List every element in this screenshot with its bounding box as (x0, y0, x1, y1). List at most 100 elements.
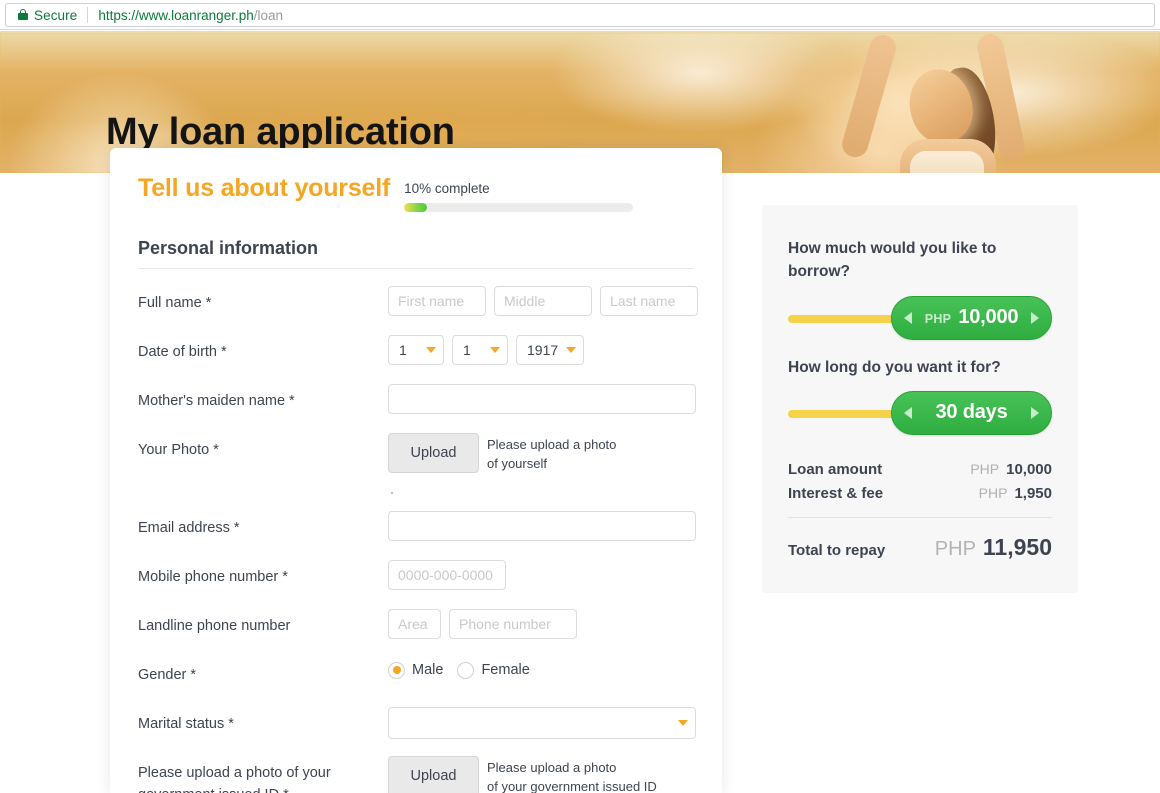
photo-preview-placeholder (138, 474, 694, 494)
your-photo-label: Your Photo * (138, 442, 219, 458)
loan-summary-panel: How much would you like to borrow? PHP 1… (762, 205, 1078, 593)
browser-chrome: Secure https://www.loanranger.ph/loan (0, 0, 1160, 30)
summary-row-total: Total to repay PHP 11,950 (788, 534, 1052, 561)
borrow-amount-currency: PHP (924, 312, 952, 326)
progress-label: 10% complete (404, 181, 490, 196)
email-input[interactable] (388, 510, 696, 541)
chevron-right-icon[interactable] (1031, 406, 1039, 419)
loan-term-slider-handle[interactable]: 30 days (891, 390, 1052, 435)
first-name-input[interactable] (388, 286, 486, 316)
field-row-mothers-maiden-name: Mother's maiden name * (138, 384, 696, 416)
mobile-phone-label: Mobile phone number * (138, 568, 288, 585)
loan-term-slider[interactable]: 30 days (788, 390, 1052, 437)
gender-radio-group: Male Female (388, 658, 530, 679)
government-id-label-line1: Please upload a photo of your (138, 764, 331, 781)
field-row-email: Email address * (138, 510, 696, 543)
mobile-phone-input[interactable] (388, 559, 506, 590)
gender-label: Gender * (138, 666, 197, 683)
landline-phone-label: Landline phone number (138, 617, 291, 634)
summary-divider (788, 516, 1052, 518)
gender-option-male[interactable]: Male (388, 661, 444, 679)
field-row-mobile-phone: Mobile phone number * (138, 559, 694, 592)
email-label: Email address * (138, 519, 240, 536)
url-origin: https://www.loanranger.ph (98, 7, 254, 23)
application-form-card: Tell us about yourself 10% complete Pers… (110, 148, 722, 793)
chevron-down-icon (566, 347, 576, 353)
birth-year-select[interactable]: 1917 (516, 335, 584, 365)
date-of-birth-label: Date of birth * (138, 344, 227, 360)
hero-person-illustration (740, 33, 1140, 173)
field-row-marital-status: Marital status * (138, 706, 696, 739)
marital-status-label: Marital status * (138, 715, 234, 732)
birth-month-value: 1 (463, 342, 471, 358)
birth-day-select[interactable]: 1 (388, 335, 444, 365)
marital-status-select[interactable] (388, 706, 696, 739)
chevron-down-icon (678, 719, 688, 726)
loan-amount-currency: PHP (970, 460, 1000, 477)
borrow-amount-question: How much would you like to borrow? (788, 240, 997, 281)
your-photo-hint-line1: Please upload a photo (487, 437, 617, 452)
mothers-maiden-name-input[interactable] (388, 384, 696, 414)
borrow-amount-slider[interactable]: PHP 10,000 (788, 295, 1052, 342)
gender-option-female[interactable]: Female (457, 661, 530, 679)
chevron-down-icon (426, 347, 436, 353)
birth-month-select[interactable]: 1 (452, 335, 508, 365)
form-header: Tell us about yourself 10% complete (138, 174, 694, 212)
radio-icon (457, 661, 475, 679)
your-photo-hint-line2: of yourself (487, 455, 547, 471)
gender-option-female-label: Female (481, 662, 530, 679)
borrow-amount-slider-handle[interactable]: PHP 10,000 (891, 295, 1052, 340)
middle-name-input[interactable] (494, 286, 592, 316)
form-section-title: Tell us about yourself (138, 174, 391, 202)
lock-icon (18, 9, 28, 21)
address-bar-divider (87, 7, 89, 23)
last-name-input[interactable] (600, 286, 698, 316)
total-to-repay-value: 11,950 (982, 533, 1052, 560)
government-id-hint: Please upload a photo of your government… (487, 756, 657, 793)
interest-fee-currency: PHP (978, 484, 1008, 501)
loan-term-question: How long do you want it for? (788, 358, 1001, 376)
address-bar-url[interactable]: https://www.loanranger.ph/loan (98, 8, 283, 23)
birth-year-value: 1917 (527, 342, 559, 358)
government-id-label-line2: government issued ID * (138, 784, 388, 793)
summary-row-interest-fee: Interest & fee PHP 1,950 (788, 485, 1052, 502)
chevron-left-icon[interactable] (904, 406, 912, 419)
government-id-hint-line2: of your government issued ID (487, 778, 657, 793)
progress-bar (404, 203, 634, 212)
interest-fee-value: 1,950 (1014, 484, 1052, 502)
progress-bar-fill (404, 203, 428, 212)
personal-information-heading: Personal information (138, 238, 319, 258)
security-status-label: Secure (34, 7, 78, 23)
chevron-down-icon (490, 347, 500, 353)
loan-amount-label: Loan amount (788, 460, 883, 478)
chevron-right-icon[interactable] (1031, 311, 1039, 324)
field-row-your-photo: Your Photo * Upload Please upload a phot… (138, 433, 694, 474)
loan-term-value: 30 days (935, 401, 1008, 424)
loan-amount-value: 10,000 (1006, 460, 1052, 478)
address-bar[interactable]: Secure https://www.loanranger.ph/loan (5, 3, 1155, 27)
field-row-date-of-birth: Date of birth * 1 1 1917 (138, 335, 694, 367)
upload-photo-button[interactable]: Upload (388, 433, 479, 473)
loan-summary-rows: Loan amount PHP 10,000 Interest & fee PH… (788, 461, 1052, 561)
your-photo-hint: Please upload a photo of yourself (487, 433, 616, 474)
mothers-maiden-name-label: Mother's maiden name * (138, 393, 295, 409)
section-divider (138, 268, 694, 269)
borrow-amount-value: 10,000 (958, 306, 1019, 328)
government-id-hint-line1: Please upload a photo (487, 759, 617, 775)
field-row-landline-phone: Landline phone number (138, 608, 694, 641)
field-row-gender: Gender * Male Female (138, 658, 694, 690)
field-row-government-id: Please upload a photo of your government… (138, 755, 694, 793)
field-row-full-name: Full name * (138, 286, 698, 318)
gender-option-male-label: Male (412, 662, 444, 679)
progress-area: 10% complete (404, 174, 694, 212)
government-id-label: Please upload a photo of your government… (138, 756, 388, 793)
url-path: /loan (253, 7, 283, 23)
total-to-repay-currency: PHP (934, 537, 976, 560)
summary-row-loan-amount: Loan amount PHP 10,000 (788, 461, 1052, 478)
upload-government-id-button[interactable]: Upload (388, 755, 479, 793)
radio-icon (388, 661, 405, 679)
landline-area-input[interactable] (388, 608, 441, 639)
total-to-repay-label: Total to repay (788, 541, 886, 559)
chevron-left-icon[interactable] (904, 311, 912, 324)
landline-number-input[interactable] (449, 608, 577, 639)
